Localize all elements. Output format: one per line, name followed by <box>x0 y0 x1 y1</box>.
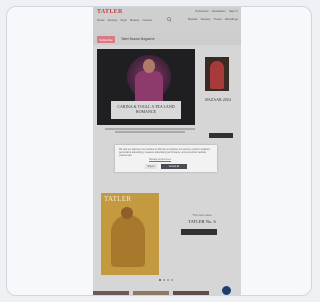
top-link-sign-in[interactable]: Sign in <box>229 9 238 13</box>
side-feature-button[interactable] <box>209 133 233 138</box>
magazine-cover[interactable]: TATLER <box>101 193 159 275</box>
search-icon[interactable] <box>165 17 175 22</box>
side-feature-title[interactable]: BAZAAR 2024 <box>201 97 235 102</box>
secondary-nav: Bazaar Society Travel Weddings <box>188 17 238 21</box>
top-link-subscribe[interactable]: Subscribe <box>195 9 208 13</box>
hero-blurb <box>105 128 195 136</box>
nav-item-society[interactable]: Society <box>108 18 118 22</box>
issue-title[interactable]: TATLER No. 6 <box>177 219 227 224</box>
site-header: TATLER Subscribe Newsletter Sign in News… <box>93 7 241 33</box>
carousel-dot[interactable] <box>171 279 173 281</box>
cookie-consent-dialog: We and our partners use cookies on this … <box>115 145 217 172</box>
carousel-dot[interactable] <box>159 279 161 281</box>
magazine-masthead: TATLER <box>104 195 132 203</box>
hero-figure <box>135 71 163 101</box>
article-thumbnail[interactable] <box>133 291 169 295</box>
carousel-dot[interactable] <box>167 279 169 281</box>
carousel-dots <box>159 279 173 281</box>
manage-preferences-link[interactable]: Manage preferences <box>149 158 171 161</box>
website-screenshot: TATLER Subscribe Newsletter Sign in News… <box>93 7 241 295</box>
article-thumbnail[interactable] <box>173 291 209 295</box>
magazine-figure-head <box>121 207 133 219</box>
carousel-dot[interactable] <box>163 279 165 281</box>
reject-cookies-button[interactable]: Reject <box>145 164 157 169</box>
hero-title[interactable]: CARINA & TOGLI: A TEA LAND ROMANCE <box>111 101 181 114</box>
side-feature-figure <box>210 61 224 89</box>
cookie-consent-text: We and our partners use cookies on this … <box>119 148 211 157</box>
magazine-figure <box>111 215 145 267</box>
subnav-item-bazaar[interactable]: Bazaar <box>188 17 198 21</box>
subnav-item-travel[interactable]: Travel <box>213 17 221 21</box>
top-links: Subscribe Newsletter Sign in <box>195 9 238 13</box>
subnav-item-weddings[interactable]: Weddings <box>225 17 238 21</box>
site-logo[interactable]: TATLER <box>97 9 123 15</box>
hero-figure-head <box>143 59 155 73</box>
side-feature-text: BAZAAR 2024 <box>201 97 235 102</box>
subscribe-button[interactable]: Subscribe <box>97 36 115 43</box>
side-feature-image[interactable] <box>205 57 229 91</box>
promo-text[interactable]: Tatler Bazaar Magazine <box>121 37 155 41</box>
nav-item-news[interactable]: News <box>97 18 105 22</box>
hero-article[interactable]: CARINA & TOGLI: A TEA LAND ROMANCE <box>97 49 195 125</box>
article-thumbnail[interactable] <box>93 291 129 295</box>
issue-label: The new issue <box>192 213 212 217</box>
accept-cookies-button[interactable]: Accept all <box>161 164 187 169</box>
top-link-newsletter[interactable]: Newsletter <box>212 9 226 13</box>
nav-item-style[interactable]: Style <box>120 18 127 22</box>
chat-bubble-icon[interactable] <box>221 285 232 295</box>
main-nav: News Society Style Beauty Culture <box>97 18 152 22</box>
nav-item-culture[interactable]: Culture <box>142 18 152 22</box>
issue-subscribe-button[interactable] <box>181 229 217 235</box>
nav-item-beauty[interactable]: Beauty <box>130 18 139 22</box>
preview-card: TATLER Subscribe Newsletter Sign in News… <box>6 6 312 296</box>
issue-promo: The new issue TATLER No. 6 <box>177 213 227 224</box>
promo-bar: Subscribe Tatler Bazaar Magazine <box>93 33 241 45</box>
subnav-item-society[interactable]: Society <box>201 17 211 21</box>
hero-caption-box: CARINA & TOGLI: A TEA LAND ROMANCE <box>111 101 181 119</box>
